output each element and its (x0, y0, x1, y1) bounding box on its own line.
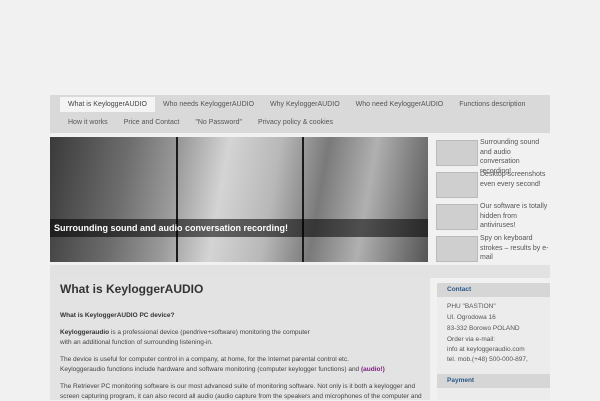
thumb-text: Spy on keyboard strokes – results by e-m… (480, 235, 549, 261)
nav-item-price-contact[interactable]: Price and Contact (116, 115, 188, 130)
thumb-text: Our software is totally hidden from anti… (480, 203, 548, 229)
paragraph-text: The Retriever PC monitoring software is … (60, 383, 416, 390)
thumb-item[interactable]: Spy on keyboard strokes – results by e-m… (432, 233, 550, 263)
contact-line: PHU "BASTION" (447, 303, 496, 310)
nav-item-why[interactable]: Why KeyloggerAUDIO (262, 97, 348, 112)
thumb-text: Desktop screenshots even every second! (480, 171, 546, 188)
contact-line: Ul. Ogrodowa 16 (447, 314, 496, 321)
photo-divider (302, 137, 304, 262)
payment-heading: Payment (437, 374, 550, 388)
paragraph-3: The Retriever PC monitoring software is … (60, 382, 422, 401)
contact-line: Order via e-mail: (447, 336, 496, 343)
nav-item-no-password[interactable]: "No Password" (187, 115, 250, 130)
thumb-image (436, 140, 478, 166)
nav-item-what-is[interactable]: What is KeyloggerAUDIO (60, 97, 155, 112)
slider-bottom-bar (50, 265, 550, 278)
contact-phone: tel. mob.(+48) 500-000-897, (447, 356, 528, 363)
thumb-item[interactable]: Desktop screenshots even every second! (432, 169, 550, 199)
contact-email[interactable]: info at keyloggeraudio.com (447, 346, 525, 353)
slider-caption: Surrounding sound and audio conversation… (50, 219, 428, 237)
slider-thumbnails: Surrounding sound and audio conversation… (432, 137, 550, 265)
nav-item-how-it-works[interactable]: How it works (60, 115, 116, 130)
main-content: What is KeyloggerAUDIO What is Keylogger… (50, 278, 430, 400)
subtitle-text: What is KeyloggerAUDIO PC device? (60, 312, 175, 319)
content-subtitle: What is KeyloggerAUDIO PC device? (60, 311, 422, 321)
brand-name: Keyloggeraudio (60, 329, 110, 336)
audio-link[interactable]: (audio!) (361, 366, 385, 373)
hero-slider[interactable]: Surrounding sound and audio conversation… (50, 137, 428, 262)
thumb-item[interactable]: Our software is totally hidden from anti… (432, 201, 550, 231)
photo-divider (176, 137, 178, 262)
nav-item-who-need[interactable]: Who need KeyloggerAUDIO (348, 97, 452, 112)
paragraph-text: screen capturing program, it can also re… (60, 392, 422, 400)
nav-item-functions[interactable]: Functions description (451, 97, 533, 112)
sidebar: Contact PHU "BASTION" Ul. Ogrodowa 16 83… (437, 283, 550, 400)
nav-item-privacy[interactable]: Privacy policy & cookies (250, 115, 341, 130)
paragraph-text: Keyloggeraudio functions include hardwar… (60, 365, 361, 373)
thumb-item[interactable]: Surrounding sound and audio conversation… (432, 137, 550, 175)
paragraph-text: with an additional function of surroundi… (60, 338, 213, 346)
contact-line: 83-332 Borowo POLAND (447, 325, 520, 332)
thumb-image (436, 236, 478, 262)
page-title: What is KeyloggerAUDIO (60, 282, 204, 296)
nav-row-2: How it works Price and Contact "No Passw… (60, 115, 341, 130)
thumb-image (436, 204, 478, 230)
nav-row-1: What is KeyloggerAUDIO Who needs Keylogg… (60, 97, 533, 112)
thumb-image (436, 172, 478, 198)
paragraph-2: The device is useful for computer contro… (60, 355, 422, 374)
contact-heading: Contact (437, 283, 550, 297)
paragraph-1: Keyloggeraudio is a professional device … (60, 328, 422, 347)
paragraph-text: is a professional device (pendrive+softw… (109, 329, 310, 336)
nav-item-who-needs[interactable]: Who needs KeyloggerAUDIO (155, 97, 262, 112)
paragraph-text: The device is useful for computer contro… (60, 356, 349, 363)
main-navigation: What is KeyloggerAUDIO Who needs Keylogg… (50, 95, 550, 133)
